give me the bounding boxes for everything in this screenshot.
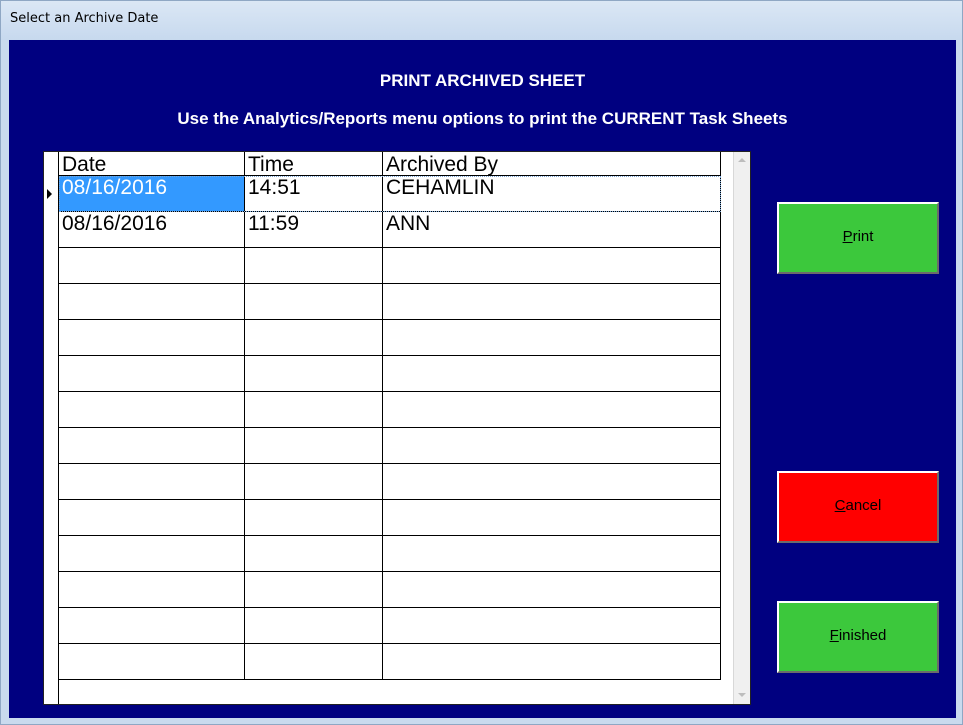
- empty-table-cell[interactable]: [59, 536, 245, 572]
- empty-table-cell[interactable]: [59, 572, 245, 608]
- empty-table-cell[interactable]: [383, 320, 721, 356]
- table-cell-date[interactable]: 08/16/2016: [59, 176, 245, 212]
- row-selector-column: [44, 152, 59, 704]
- page-title: PRINT ARCHIVED SHEET: [379, 71, 586, 90]
- cancel-label: ancel: [845, 497, 882, 514]
- table-cell-time[interactable]: 14:51: [245, 176, 383, 212]
- empty-table-cell[interactable]: [59, 248, 245, 284]
- empty-table-cell[interactable]: [59, 500, 245, 536]
- column-header-time-col[interactable]: Time: [245, 152, 383, 176]
- empty-table-cell[interactable]: [245, 428, 383, 464]
- empty-table-cell[interactable]: [245, 644, 383, 680]
- empty-table-cell[interactable]: [59, 608, 245, 644]
- column-header-archived-by-col[interactable]: Archived By: [383, 152, 721, 176]
- chevron-up-icon: [738, 158, 746, 162]
- empty-table-cell[interactable]: [59, 464, 245, 500]
- finished-accel: F: [829, 627, 839, 644]
- empty-table-cell[interactable]: [245, 284, 383, 320]
- empty-table-cell[interactable]: [245, 572, 383, 608]
- empty-table-cell[interactable]: [245, 392, 383, 428]
- table-cell-by[interactable]: CEHAMLIN: [383, 176, 721, 212]
- empty-table-cell[interactable]: [59, 428, 245, 464]
- current-row-arrow-icon: [47, 189, 52, 199]
- empty-table-cell[interactable]: [383, 644, 721, 680]
- finished-label: inished: [838, 627, 887, 644]
- empty-table-cell[interactable]: [383, 608, 721, 644]
- print-accel: P: [842, 228, 853, 245]
- empty-table-cell[interactable]: [59, 320, 245, 356]
- print-label: rint: [852, 228, 874, 245]
- empty-table-cell[interactable]: [383, 572, 721, 608]
- empty-table-cell[interactable]: [383, 284, 721, 320]
- table-cell-by[interactable]: ANN: [383, 212, 721, 248]
- vertical-scrollbar[interactable]: [733, 152, 750, 704]
- cancel-button[interactable]: Cancel: [777, 471, 939, 543]
- scroll-up-button[interactable]: [734, 152, 750, 169]
- dialog-window: Select an Archive Date PRINT ARCHIVED SH…: [0, 0, 963, 725]
- scroll-down-button[interactable]: [734, 687, 750, 704]
- empty-table-cell[interactable]: [383, 464, 721, 500]
- empty-table-cell[interactable]: [245, 536, 383, 572]
- finished-button[interactable]: Finished: [777, 601, 939, 673]
- empty-table-cell[interactable]: [383, 248, 721, 284]
- table-cell-time[interactable]: 11:59: [245, 212, 383, 248]
- window-title: Select an Archive Date: [10, 11, 159, 26]
- empty-table-cell[interactable]: [245, 608, 383, 644]
- empty-table-cell[interactable]: [383, 536, 721, 572]
- empty-table-cell[interactable]: [59, 644, 245, 680]
- archive-grid[interactable]: Date Time Archived By 08/16/2016 14:51 CEHAML…: [43, 151, 751, 705]
- empty-table-cell[interactable]: [383, 500, 721, 536]
- chevron-down-icon: [738, 693, 746, 697]
- empty-table-cell[interactable]: [245, 248, 383, 284]
- print-button[interactable]: Print: [777, 202, 939, 274]
- empty-table-cell[interactable]: [59, 284, 245, 320]
- page-subtitle: Use the Analytics/Reports menu options t…: [177, 109, 788, 128]
- empty-table-cell[interactable]: [59, 356, 245, 392]
- empty-table-cell[interactable]: [245, 320, 383, 356]
- empty-table-cell[interactable]: [59, 392, 245, 428]
- empty-table-cell[interactable]: [245, 500, 383, 536]
- title-bar[interactable]: Select an Archive Date: [1, 1, 962, 40]
- empty-table-cell[interactable]: [383, 356, 721, 392]
- empty-table-cell[interactable]: [383, 392, 721, 428]
- empty-table-cell[interactable]: [245, 356, 383, 392]
- empty-table-cell[interactable]: [245, 464, 383, 500]
- column-header-date-col[interactable]: Date: [59, 152, 245, 176]
- table-cell-date[interactable]: 08/16/2016: [59, 212, 245, 248]
- dialog-body: PRINT ARCHIVED SHEET Use the Analytics/R…: [9, 40, 956, 718]
- empty-table-cell[interactable]: [383, 428, 721, 464]
- cancel-accel: C: [834, 497, 846, 514]
